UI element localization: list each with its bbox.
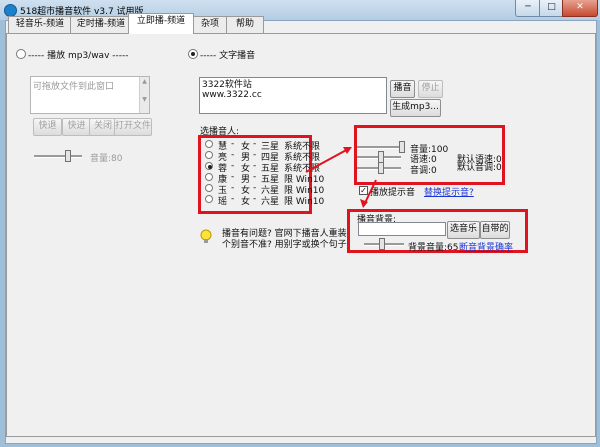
arrow-voice-to-settings <box>305 147 351 173</box>
annotation-arrows <box>305 147 377 208</box>
arrow-settings-to-background <box>364 179 377 204</box>
